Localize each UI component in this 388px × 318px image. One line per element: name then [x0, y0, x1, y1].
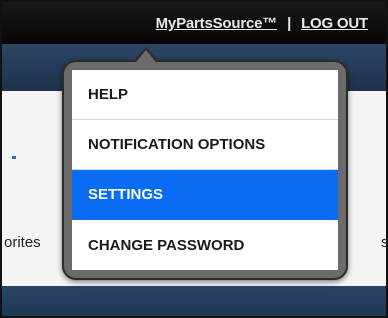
- account-dropdown-menu: HELP NOTIFICATION OPTIONS SETTINGS CHANG…: [62, 60, 348, 280]
- dropdown-caret-fill: [136, 50, 156, 62]
- menu-item-change-password[interactable]: CHANGE PASSWORD: [72, 220, 338, 270]
- footer-bar: [2, 286, 386, 316]
- account-links: MyPartsSource™ | LOG OUT: [156, 15, 369, 32]
- menu-item-help[interactable]: HELP: [72, 70, 338, 120]
- link-separator: |: [287, 15, 292, 32]
- content-marker: [12, 156, 16, 159]
- logout-link[interactable]: LOG OUT: [301, 15, 368, 32]
- my-parts-source-link[interactable]: MyPartsSource™: [156, 15, 278, 32]
- right-text-fragment: s: [381, 234, 388, 251]
- dropdown-list: HELP NOTIFICATION OPTIONS SETTINGS CHANG…: [72, 70, 338, 270]
- menu-item-label: NOTIFICATION OPTIONS: [88, 136, 266, 153]
- menu-item-settings[interactable]: SETTINGS: [72, 170, 338, 220]
- menu-item-label: SETTINGS: [88, 186, 164, 203]
- favorites-text-fragment: orites: [4, 234, 41, 251]
- menu-item-notification-options[interactable]: NOTIFICATION OPTIONS: [72, 120, 338, 170]
- menu-item-label: HELP: [88, 86, 129, 103]
- menu-item-label: CHANGE PASSWORD: [88, 236, 245, 254]
- top-bar: MyPartsSource™ | LOG OUT: [2, 2, 386, 44]
- app-frame: MyPartsSource™ | LOG OUT orites s HELP NOT…: [0, 0, 388, 318]
